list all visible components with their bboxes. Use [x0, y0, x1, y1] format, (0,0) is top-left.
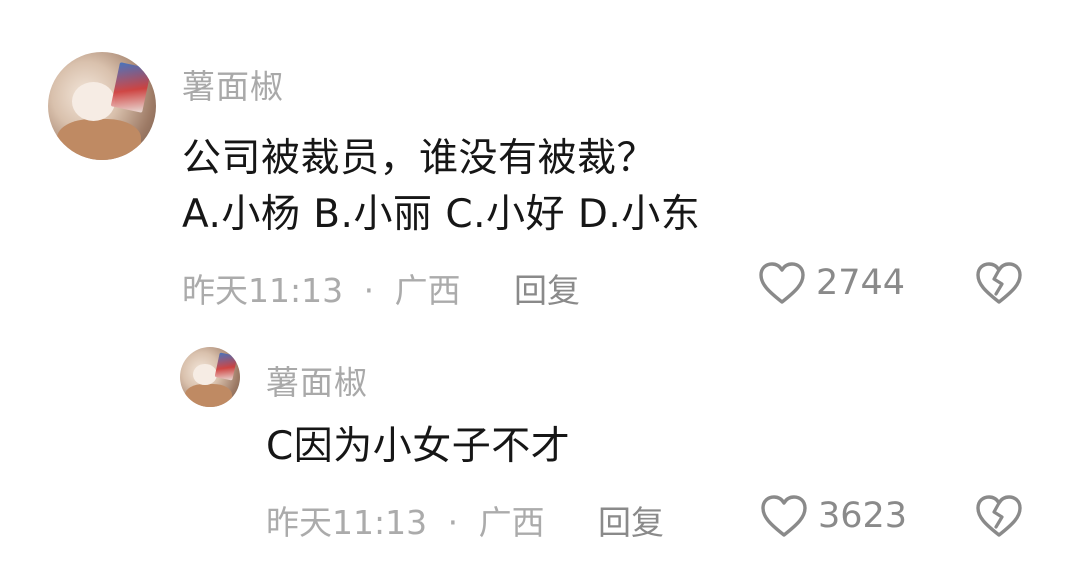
heart-outline-icon [760, 494, 808, 538]
reply-button[interactable]: 回复 [598, 496, 664, 544]
reply-text: C因为小女子不才 [266, 424, 571, 469]
broken-heart-icon [975, 262, 1023, 309]
like-button[interactable]: 3623 [760, 494, 907, 538]
avatar[interactable] [48, 52, 156, 160]
dislike-button[interactable] [975, 261, 1023, 309]
dislike-button[interactable] [975, 494, 1023, 542]
reply-username[interactable]: 薯面椒 [266, 356, 368, 404]
avatar[interactable] [180, 347, 240, 407]
like-count: 3623 [818, 496, 908, 536]
heart-outline-icon [758, 261, 806, 305]
like-button[interactable]: 2744 [758, 261, 905, 305]
comment-text-line-1: 公司被裁员，谁没有被裁？ [182, 136, 657, 181]
meta-separator: · [363, 271, 375, 310]
comment-location: 广西 [394, 271, 461, 310]
reply-button[interactable]: 回复 [514, 264, 580, 312]
comment-time: 昨天11:13 [182, 271, 344, 310]
meta-separator: · [447, 503, 459, 542]
comment-username[interactable]: 薯面椒 [182, 60, 284, 108]
reply-time: 昨天11:13 [266, 503, 428, 542]
comment-meta: 昨天11:13 · 广西 [182, 264, 461, 312]
reply-item: 薯面椒 C因为小女子不才 昨天11:13 · 广西 回复 3623 [0, 330, 1080, 574]
broken-heart-icon [975, 495, 1023, 542]
comment-text-line-2: A.小杨 B.小丽 C.小好 D.小东 [182, 192, 701, 237]
reply-location: 广西 [478, 503, 545, 542]
like-count: 2744 [816, 263, 906, 303]
reply-meta: 昨天11:13 · 广西 [266, 496, 545, 544]
comment-item: 薯面椒 公司被裁员，谁没有被裁？ A.小杨 B.小丽 C.小好 D.小东 昨天1… [0, 0, 1080, 330]
